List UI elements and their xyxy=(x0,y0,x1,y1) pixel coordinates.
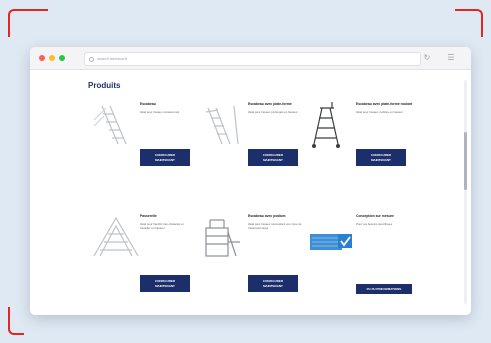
product-description: Idéal pour travaux mobiles en hauteur xyxy=(356,110,403,114)
frame-corner-top-left xyxy=(8,9,48,37)
product-description: Idéal pour travaux nécessitant une zone … xyxy=(248,222,302,231)
close-window-button[interactable] xyxy=(39,55,45,61)
more-info-button[interactable]: PLUS D'INFORMATIONS xyxy=(356,284,412,294)
product-card: Conception sur mesure Pour vos besoins s… xyxy=(308,212,438,315)
refresh-icon[interactable]: ↻ xyxy=(422,53,432,63)
page-content: Produits Escabeau Idéal pour travaux occ… xyxy=(30,70,471,315)
frame-corner-top-right xyxy=(455,9,483,37)
configure-now-button[interactable]: CONFIGURER MAINTENANT xyxy=(248,149,298,166)
product-description: Idéal pour franchir des obstacles et tra… xyxy=(140,222,184,231)
product-name: Escabeau avec podium xyxy=(248,214,286,218)
browser-window: www.fr.tubesca.fr ↻ ☰ Produits Escabeau … xyxy=(30,47,471,315)
configure-now-button[interactable]: CONFIGURER MAINTENANT xyxy=(140,149,190,166)
configure-now-button[interactable]: CONFIGURER MAINTENANT xyxy=(356,149,406,166)
stepladder-icon xyxy=(92,100,144,150)
page-title: Produits xyxy=(88,81,121,90)
scrollbar[interactable] xyxy=(464,80,467,304)
product-description: Idéal pour travaux prolongés en hauteur xyxy=(248,110,298,114)
lock-icon xyxy=(89,56,94,62)
product-name: Conception sur mesure xyxy=(356,214,394,218)
podium-ladder-icon xyxy=(200,212,252,262)
menu-icon[interactable]: ☰ xyxy=(446,53,456,63)
product-name: Escabeau xyxy=(140,102,156,106)
product-description: Pour vos besoins spécifiques xyxy=(356,222,393,226)
product-name: Escabeau avec plate-forme xyxy=(248,102,292,106)
browser-titlebar: www.fr.tubesca.fr ↻ ☰ xyxy=(30,47,471,70)
rolling-platform-ladder-icon xyxy=(308,100,360,150)
walkway-icon xyxy=(92,212,144,262)
product-name: Escabeau avec plate-forme roulant xyxy=(356,102,413,106)
maximize-window-button[interactable] xyxy=(59,55,65,61)
scrollbar-thumb[interactable] xyxy=(464,132,467,190)
configure-now-button[interactable]: CONFIGURER MAINTENANT xyxy=(140,275,190,292)
product-description: Idéal pour travaux occasionnels xyxy=(140,110,180,114)
configure-now-button[interactable]: CONFIGURER MAINTENANT xyxy=(248,275,298,292)
custom-design-icon xyxy=(308,212,360,262)
product-name: Passerelle xyxy=(140,214,157,218)
address-url: www.fr.tubesca.fr xyxy=(97,56,128,61)
platform-ladder-icon xyxy=(200,100,252,150)
frame-corner-bottom-left xyxy=(8,307,24,335)
product-card: Escabeau avec plate-forme roulant Idéal … xyxy=(308,100,438,220)
minimize-window-button[interactable] xyxy=(49,55,55,61)
address-bar[interactable]: www.fr.tubesca.fr xyxy=(84,52,421,66)
